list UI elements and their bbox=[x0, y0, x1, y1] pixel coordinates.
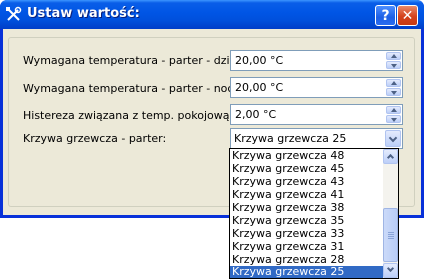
heating-curve-select[interactable]: Krzywa grzewcza 25 bbox=[230, 128, 403, 149]
list-item[interactable]: Krzywa grzewcza 33 bbox=[230, 228, 383, 240]
help-icon: ? bbox=[381, 7, 390, 24]
arrow-up-icon bbox=[391, 54, 397, 58]
scroll-up-button[interactable] bbox=[383, 149, 398, 164]
grip-line bbox=[388, 232, 394, 233]
day-temp-value[interactable]: 20,00 °C bbox=[235, 54, 283, 67]
day-temp-label: Wymagana temperatura - parter - dzień: bbox=[23, 54, 247, 67]
grip-line bbox=[388, 238, 394, 239]
night-temp-label: Wymagana temperatura - parter - noc: bbox=[23, 82, 238, 95]
chevron-up-icon bbox=[386, 153, 395, 162]
dropdown-button[interactable] bbox=[385, 130, 401, 147]
heating-curve-selected: Krzywa grzewcza 25 bbox=[234, 132, 347, 145]
list-item[interactable]: Krzywa grzewcza 48 bbox=[230, 150, 383, 162]
arrow-down-icon bbox=[391, 64, 397, 68]
dropdown-scrollbar[interactable] bbox=[383, 149, 398, 278]
arrow-down-icon bbox=[391, 91, 397, 95]
title-bar[interactable]: Ustaw wartość: ? ✕ bbox=[0, 0, 424, 29]
night-temp-value[interactable]: 20,00 °C bbox=[235, 81, 283, 94]
list-item-selected[interactable]: Krzywa grzewcza 25 bbox=[230, 266, 383, 278]
day-temp-increment[interactable] bbox=[386, 52, 401, 60]
night-temp-decrement[interactable] bbox=[386, 88, 401, 96]
hysteresis-decrement[interactable] bbox=[386, 115, 401, 123]
grip-line bbox=[388, 236, 394, 237]
list-item[interactable]: Krzywa grzewcza 38 bbox=[230, 202, 383, 214]
close-button[interactable]: ✕ bbox=[397, 5, 418, 26]
list-item[interactable]: Krzywa grzewcza 35 bbox=[230, 215, 383, 227]
help-button[interactable]: ? bbox=[375, 5, 396, 26]
close-icon: ✕ bbox=[401, 7, 414, 24]
list-item[interactable]: Krzywa grzewcza 45 bbox=[230, 163, 383, 175]
chevron-down-icon bbox=[388, 133, 398, 143]
list-item[interactable]: Krzywa grzewcza 41 bbox=[230, 189, 383, 201]
heating-curve-label: Krzywa grzewcza - parter: bbox=[23, 132, 167, 145]
arrow-up-icon bbox=[391, 108, 397, 112]
hysteresis-label: Histereza związana z temp. pokojową: bbox=[23, 109, 234, 122]
scrollbar-thumb[interactable] bbox=[383, 208, 398, 262]
list-item[interactable]: Krzywa grzewcza 43 bbox=[230, 176, 383, 188]
wrench-screwdriver-icon bbox=[6, 6, 22, 21]
day-temp-field[interactable]: 20,00 °C bbox=[230, 50, 403, 71]
night-temp-increment[interactable] bbox=[386, 79, 401, 87]
night-temp-field[interactable]: 20,00 °C bbox=[230, 77, 403, 98]
list-item[interactable]: Krzywa grzewcza 31 bbox=[230, 241, 383, 253]
chevron-down-icon bbox=[386, 264, 395, 273]
day-temp-decrement[interactable] bbox=[386, 61, 401, 69]
hysteresis-field[interactable]: 2,00 °C bbox=[230, 104, 403, 125]
heating-curve-dropdown-list: Krzywa grzewcza 48 Krzywa grzewcza 45 Kr… bbox=[229, 148, 399, 279]
grip-line bbox=[388, 234, 394, 235]
hysteresis-increment[interactable] bbox=[386, 106, 401, 114]
arrow-up-icon bbox=[391, 81, 397, 85]
scroll-down-button[interactable] bbox=[383, 263, 398, 278]
hysteresis-value[interactable]: 2,00 °C bbox=[235, 108, 276, 121]
window-title: Ustaw wartość: bbox=[27, 6, 140, 21]
arrow-down-icon bbox=[391, 118, 397, 122]
